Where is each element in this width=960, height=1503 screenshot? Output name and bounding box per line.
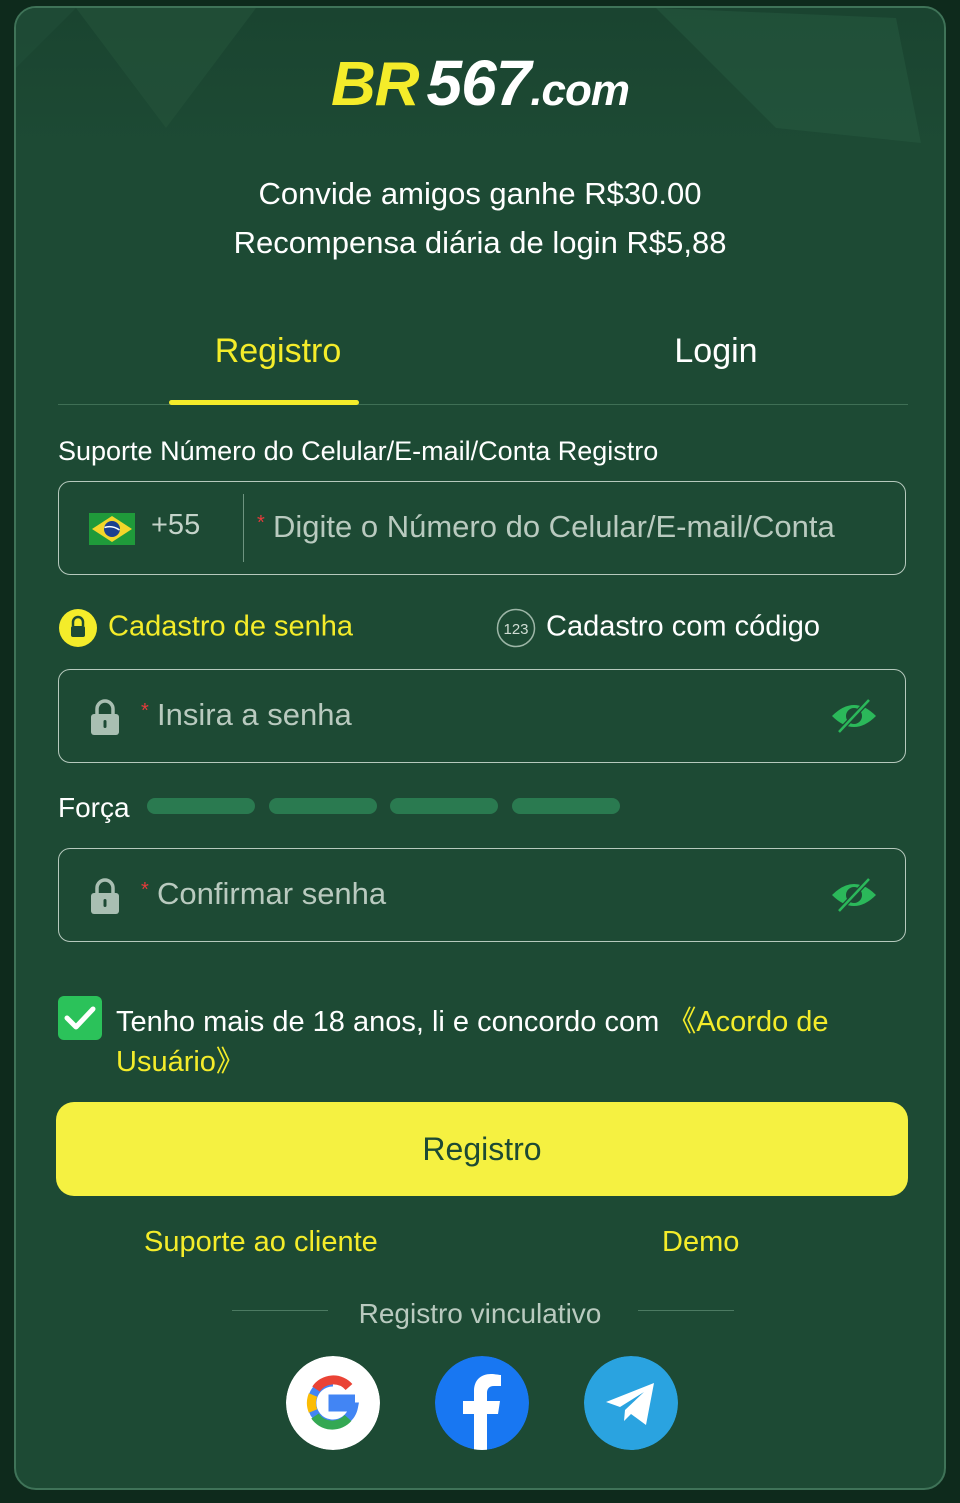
terms-statement: Tenho mais de 18 anos, li e concordo com: [116, 1006, 668, 1038]
binding-register-label: Registro vinculativo: [358, 1298, 602, 1329]
password-field[interactable]: * Insira a senha: [58, 669, 906, 763]
lock-icon: [91, 699, 119, 735]
strength-bar-2: [269, 798, 377, 814]
promo-line-2: Recompensa diária de login R$5,88: [233, 225, 727, 260]
eye-off-icon[interactable]: [829, 875, 879, 915]
country-code[interactable]: +55: [151, 509, 200, 542]
active-tab-indicator: [169, 400, 359, 405]
lock-circle-icon: [59, 609, 97, 647]
logo-domain: .com: [530, 66, 630, 115]
code-badge-text: 123: [503, 621, 528, 638]
divider-right: [638, 1310, 734, 1311]
logo-number: 567: [426, 47, 532, 119]
terms-checkbox[interactable]: [58, 996, 102, 1040]
account-field[interactable]: +55 * Digite o Número do Celular/E-mail/…: [58, 481, 906, 575]
facebook-icon[interactable]: [435, 1356, 529, 1450]
customer-support-link[interactable]: Suporte ao cliente: [144, 1226, 378, 1259]
checkmark-icon: [64, 1006, 96, 1030]
option-password-register[interactable]: Cadastro de senha: [58, 608, 353, 648]
telegram-icon[interactable]: [584, 1356, 678, 1450]
required-mark-confirm: *: [141, 879, 149, 901]
strength-bar-4: [512, 798, 620, 814]
required-mark: *: [257, 512, 265, 534]
field-separator: [243, 494, 244, 562]
support-label: Suporte Número do Celular/E-mail/Conta R…: [58, 436, 659, 466]
lock-icon: [91, 878, 119, 914]
brazil-flag-icon[interactable]: [89, 513, 135, 545]
logo-br: BR: [330, 50, 420, 119]
tab-login[interactable]: Login: [586, 332, 846, 371]
confirm-password-input[interactable]: Confirmar senha: [157, 876, 386, 912]
eye-off-icon[interactable]: [829, 696, 879, 736]
register-card: BR 567.com Convide amigos ganhe R$30.00 R…: [14, 6, 946, 1490]
confirm-password-field[interactable]: * Confirmar senha: [58, 848, 906, 942]
option-password-label: Cadastro de senha: [108, 610, 354, 643]
password-input[interactable]: Insira a senha: [157, 697, 352, 733]
option-code-label: Cadastro com código: [546, 610, 821, 643]
strength-bar-3: [390, 798, 498, 814]
register-button[interactable]: Registro: [56, 1102, 908, 1196]
strength-label: Força: [58, 792, 130, 823]
brand-logo: BR 567.com: [16, 46, 944, 120]
option-code-register[interactable]: 123 Cadastro com código: [496, 608, 820, 648]
required-mark-password: *: [141, 700, 149, 722]
terms-text: Tenho mais de 18 anos, li e concordo com…: [116, 1002, 886, 1082]
tab-registro[interactable]: Registro: [148, 332, 408, 371]
demo-link[interactable]: Demo: [662, 1226, 739, 1259]
promo-line-1: Convide amigos ganhe R$30.00: [258, 176, 702, 211]
account-input[interactable]: Digite o Número do Celular/E-mail/Conta: [273, 509, 835, 545]
code-123-icon: 123: [496, 608, 536, 648]
strength-bar-1: [147, 798, 255, 814]
google-icon[interactable]: [286, 1356, 380, 1450]
